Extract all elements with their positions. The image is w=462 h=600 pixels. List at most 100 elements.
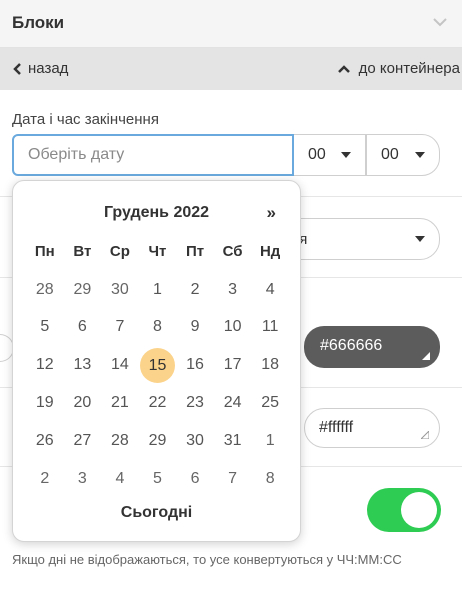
resize-handle-icon [422, 352, 430, 360]
help-text: Якщо дні не відображаються, то усе конве… [12, 552, 402, 567]
calendar-day-number: 2 [40, 469, 50, 487]
calendar-day-number: 7 [115, 318, 125, 336]
calendar-grid: Пн Вт Ср Чт Пт Сб Нд 28 29 30 1 2 3 4 5 6 7 8 9 10 11 12 13 14… [26, 233, 289, 498]
calendar-day[interactable]: 8 [139, 310, 177, 344]
weekday-label: Ср [109, 243, 130, 261]
chevron-down-icon[interactable] [432, 14, 448, 30]
calendar-day-number: 5 [40, 318, 50, 336]
calendar-day[interactable]: 13 [64, 348, 102, 382]
show-days-toggle[interactable] [367, 488, 441, 532]
calendar-day-number: 16 [186, 356, 204, 374]
calendar-day[interactable]: 30 [176, 424, 214, 458]
calendar-day-number: 27 [73, 431, 92, 449]
calendar-day[interactable]: 28 [26, 273, 64, 307]
weekday-label: Нд [259, 243, 281, 261]
calendar-day[interactable]: 3 [64, 462, 102, 496]
date-input[interactable] [12, 134, 294, 176]
calendar-day-number: 29 [73, 280, 92, 298]
calendar-day[interactable]: 7 [101, 310, 139, 344]
back-link[interactable]: назад [12, 60, 68, 77]
calendar-day[interactable]: 5 [26, 310, 64, 344]
calendar-day[interactable]: 23 [176, 386, 214, 420]
parent-container-link[interactable]: до контейнера [337, 60, 460, 77]
weekday-label: Сб [222, 243, 243, 261]
caret-down-icon [341, 152, 351, 158]
calendar-day[interactable]: 1 [139, 273, 177, 307]
calendar-day-number: 13 [73, 356, 92, 374]
calendar-day[interactable]: 6 [64, 310, 102, 344]
calendar-day-number: 6 [77, 318, 87, 336]
calendar-day[interactable]: 10 [214, 310, 252, 344]
calendar-day-number: 28 [35, 280, 54, 298]
calendar-day-number: 30 [111, 280, 129, 298]
calendar-day[interactable]: 18 [251, 348, 289, 382]
hour-value: 00 [308, 146, 326, 163]
calendar-day[interactable]: 17 [214, 348, 252, 382]
calendar-day[interactable]: 29 [64, 273, 102, 307]
calendar-day[interactable]: 28 [101, 424, 139, 458]
panel-header: Блоки [0, 0, 462, 48]
calendar-day[interactable]: 1 [251, 424, 289, 458]
calendar-day[interactable]: 19 [26, 386, 64, 420]
calendar-day[interactable]: 6 [176, 462, 214, 496]
calendar-day[interactable]: 14 [101, 348, 139, 382]
hour-select[interactable]: 00 [294, 134, 366, 176]
calendar-day-number: 4 [115, 469, 125, 487]
calendar-day[interactable]: 12 [26, 348, 64, 382]
calendar-day-number: 17 [223, 356, 242, 374]
calendar-day[interactable]: 20 [64, 386, 102, 420]
calendar-day[interactable]: 16 [176, 348, 214, 382]
calendar-day-number: 7 [228, 469, 238, 487]
calendar-day-selected[interactable]: 15 [139, 348, 177, 384]
calendar-day[interactable]: 7 [214, 462, 252, 496]
end-datetime-label: Дата і час закінчення [12, 111, 159, 128]
calendar-day[interactable]: 2 [176, 273, 214, 307]
calendar-day[interactable]: 27 [64, 424, 102, 458]
calendar-week-row: 5 6 7 8 9 10 11 [26, 309, 289, 347]
today-button[interactable]: Сьогодні [13, 504, 300, 522]
calendar-day-number: 21 [111, 394, 129, 412]
chevron-up-icon [337, 64, 350, 73]
background-color-picker[interactable]: #ffffff [304, 408, 440, 448]
calendar-day[interactable]: 29 [139, 424, 177, 458]
minute-select[interactable]: 00 [366, 134, 440, 176]
calendar-day-number: 11 [261, 318, 279, 336]
calendar-day[interactable]: 9 [176, 310, 214, 344]
calendar-day-number: 2 [190, 280, 200, 298]
calendar-day[interactable]: 2 [26, 462, 64, 496]
calendar-day-number: 14 [111, 356, 129, 374]
minute-value: 00 [381, 146, 399, 163]
calendar-day-number: 9 [190, 318, 200, 336]
calendar-day-number: 20 [73, 394, 92, 412]
calendar-week-row: 12 13 14 15 16 17 18 [26, 346, 289, 384]
calendar-day[interactable]: 24 [214, 386, 252, 420]
background-color-value: #ffffff [319, 419, 354, 436]
panel-title: Блоки [12, 13, 65, 32]
calendar-day-number: 3 [228, 280, 238, 298]
next-month-button[interactable]: » [267, 203, 276, 223]
calendar-day[interactable]: 26 [26, 424, 64, 458]
calendar-day[interactable]: 4 [101, 462, 139, 496]
resize-handle-icon [421, 431, 429, 439]
back-link-label: назад [28, 60, 69, 77]
calendar-day-number: 26 [35, 431, 54, 449]
calendar-day-number: 3 [77, 469, 87, 487]
weekday-label: Пн [34, 243, 55, 261]
calendar-day[interactable]: 4 [251, 273, 289, 307]
calendar-day[interactable]: 5 [139, 462, 177, 496]
calendar-day[interactable]: 25 [251, 386, 289, 420]
calendar-day[interactable]: 31 [214, 424, 252, 458]
calendar-day-number: 1 [265, 431, 275, 449]
text-color-picker[interactable]: #666666 [304, 326, 440, 368]
calendar-day[interactable]: 11 [251, 310, 289, 344]
calendar-day-number: 12 [35, 356, 54, 374]
calendar-day[interactable]: 22 [139, 386, 177, 420]
calendar-month-label: Грудень 2022 [103, 204, 210, 221]
calendar-day-number: 5 [153, 469, 162, 487]
calendar-day[interactable]: 21 [101, 386, 139, 420]
calendar-day[interactable]: 30 [101, 273, 139, 307]
calendar-day-number: 18 [261, 356, 280, 374]
calendar-day[interactable]: 8 [251, 462, 289, 496]
calendar-day-number: 31 [223, 431, 242, 449]
calendar-day[interactable]: 3 [214, 273, 252, 307]
